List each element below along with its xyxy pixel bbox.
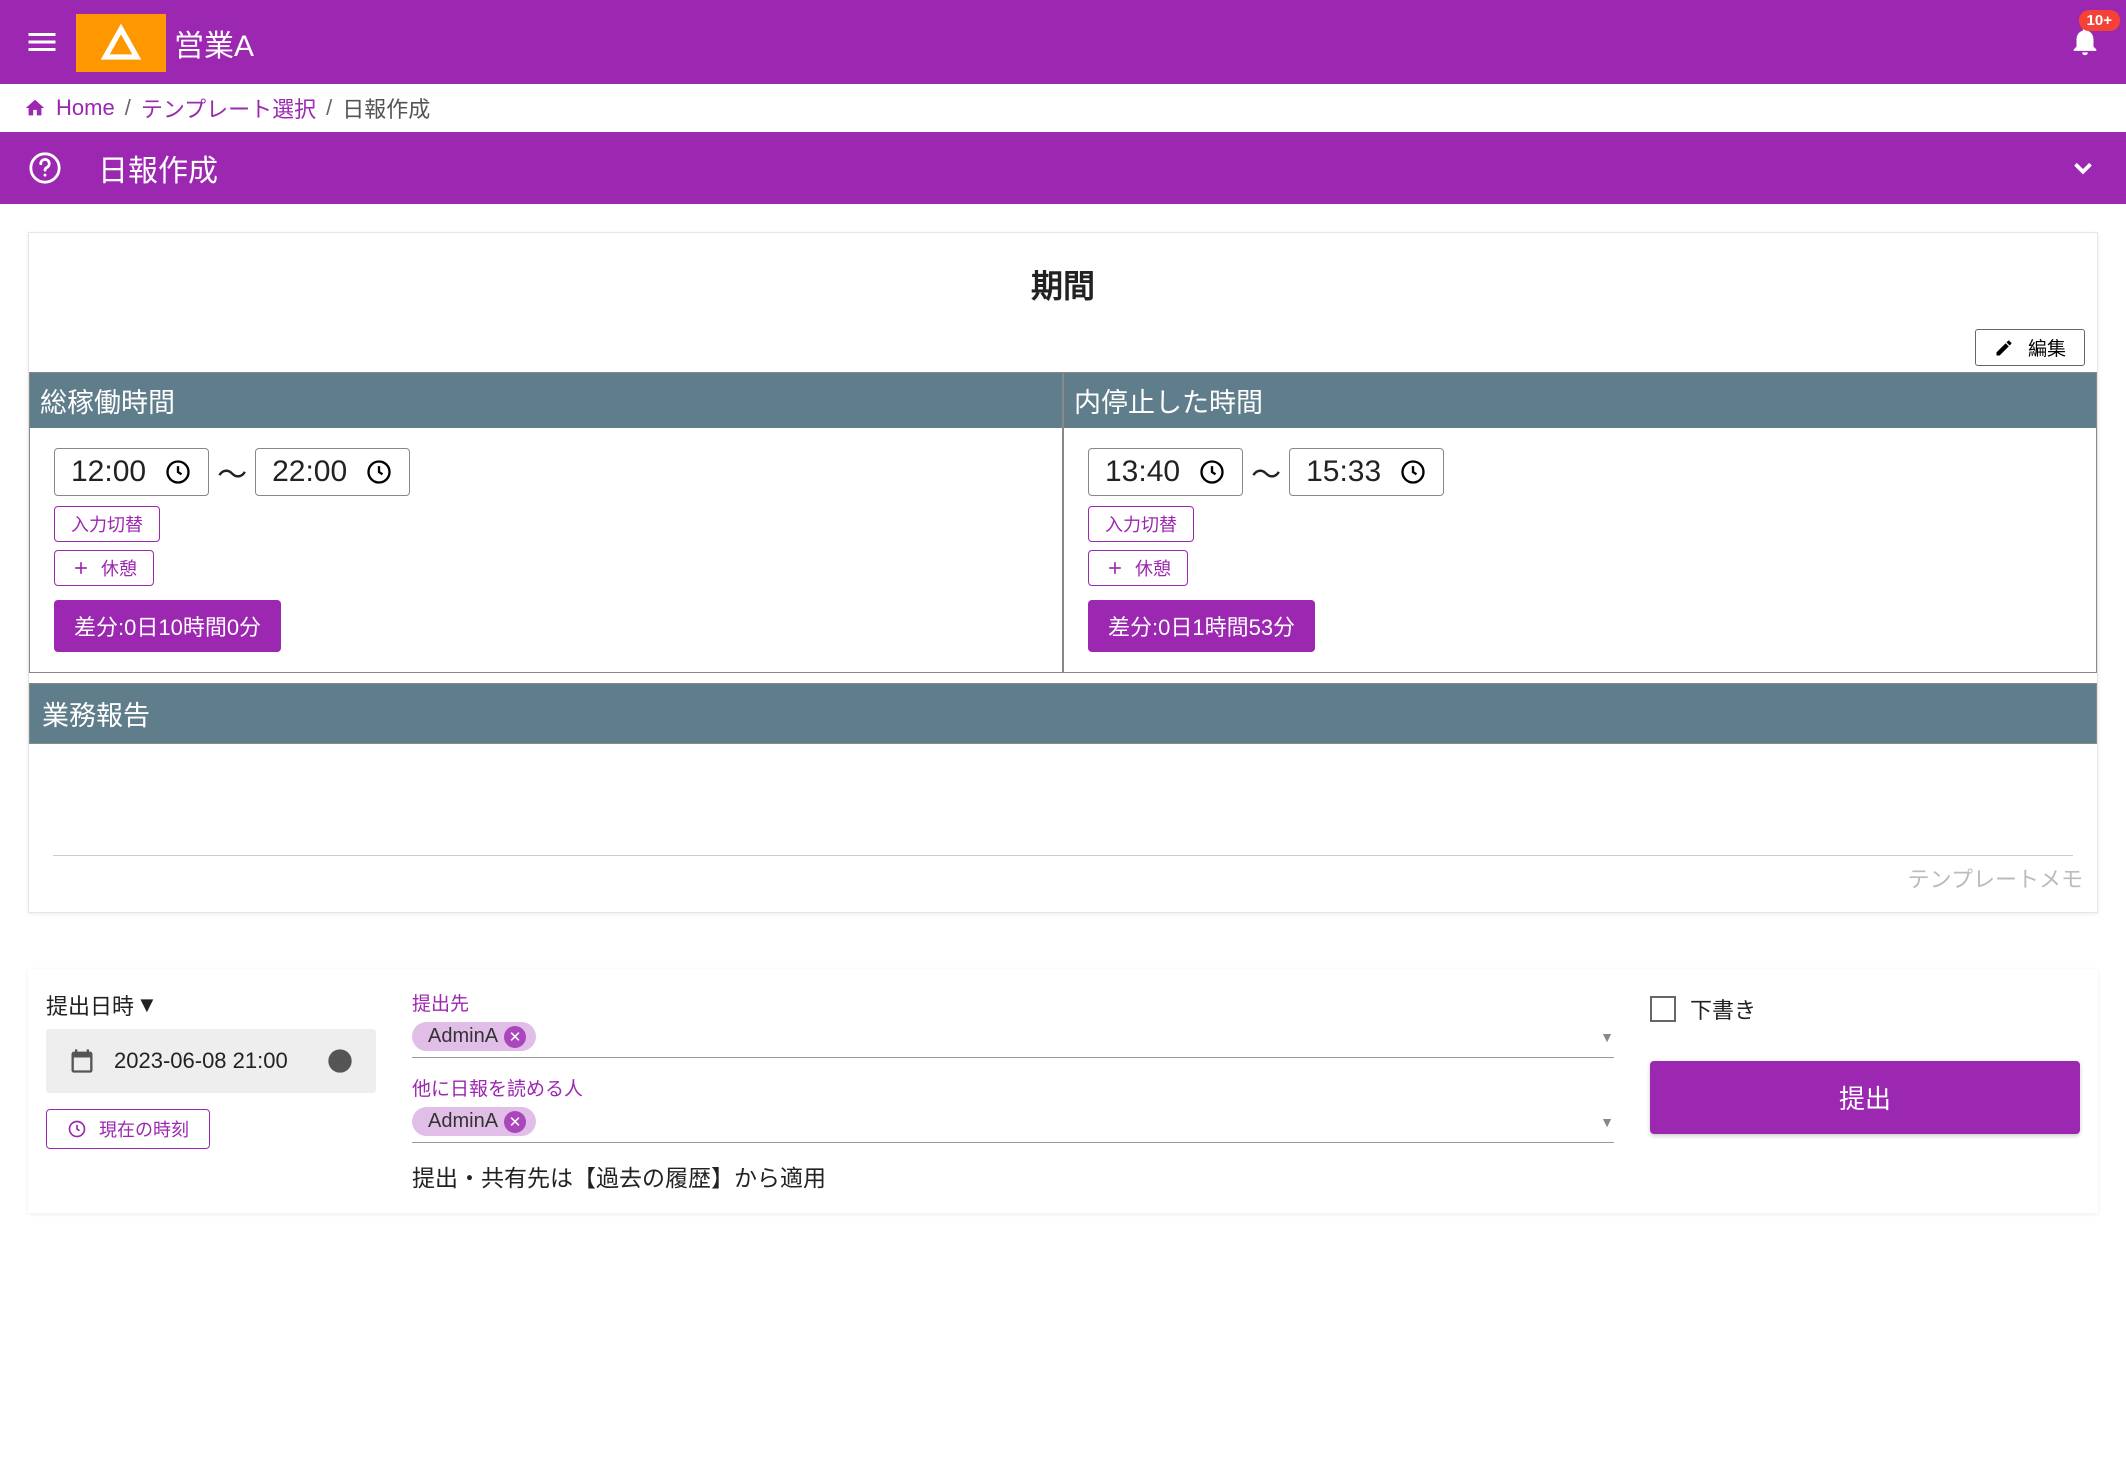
section-header[interactable]: 日報作成 xyxy=(0,132,2126,204)
submit-button[interactable]: 提出 xyxy=(1650,1061,2080,1134)
chevron-down-icon xyxy=(2068,153,2098,183)
clock-icon xyxy=(67,1119,87,1139)
menu-button[interactable] xyxy=(16,16,68,71)
destination-label: 提出先 xyxy=(412,989,1614,1016)
total-add-break-button[interactable]: 休憩 xyxy=(54,550,154,586)
home-icon xyxy=(24,97,46,119)
dropdown-arrow-icon: ▼ xyxy=(1600,1029,1614,1045)
notification-badge: 10+ xyxy=(2079,10,2120,31)
total-work-column: 総稼働時間 12:00 〜 22:00 入力切替 xyxy=(29,372,1063,673)
submit-card: 提出日時▼ 2023-06-08 21:00 現在の時刻 提出先 AdminA … xyxy=(28,969,2098,1213)
tilde-separator: 〜 xyxy=(217,450,247,494)
pencil-icon xyxy=(1994,338,2014,358)
total-toggle-input-button[interactable]: 入力切替 xyxy=(54,506,160,542)
work-report-input[interactable] xyxy=(53,756,2073,856)
stopped-end-time[interactable]: 15:33 xyxy=(1289,448,1444,496)
total-end-time[interactable]: 22:00 xyxy=(255,448,410,496)
readers-label: 他に日報を読める人 xyxy=(412,1074,1614,1101)
stopped-toggle-input-button[interactable]: 入力切替 xyxy=(1088,506,1194,542)
total-diff-badge: 差分:0日10時間0分 xyxy=(54,600,281,652)
app-title: 営業A xyxy=(174,21,254,65)
stopped-time-header: 内停止した時間 xyxy=(1064,373,2096,428)
help-icon xyxy=(28,151,62,185)
app-logo xyxy=(76,14,166,72)
plus-icon xyxy=(71,558,91,578)
stopped-start-time[interactable]: 13:40 xyxy=(1088,448,1243,496)
period-card: 期間 編集 総稼働時間 12:00 〜 22:0 xyxy=(28,232,2098,913)
draft-checkbox-row[interactable]: 下書き xyxy=(1650,993,2080,1025)
remove-chip-button[interactable]: ✕ xyxy=(504,1026,526,1048)
appbar: 営業A 10+ xyxy=(0,2,2126,84)
total-work-header: 総稼働時間 xyxy=(30,373,1062,428)
hamburger-icon xyxy=(24,24,60,60)
draft-checkbox[interactable] xyxy=(1650,996,1676,1022)
destination-chip: AdminA ✕ xyxy=(412,1022,536,1051)
submit-datetime-picker[interactable]: 2023-06-08 21:00 xyxy=(46,1029,376,1093)
template-memo-label: テンプレートメモ xyxy=(29,856,2097,894)
destination-select[interactable]: AdminA ✕ ▼ xyxy=(412,1018,1614,1058)
triangle-down-icon: ▼ xyxy=(136,992,158,1018)
clock-icon xyxy=(164,458,192,486)
clock-icon xyxy=(365,458,393,486)
triangle-icon xyxy=(100,22,142,64)
period-title: 期間 xyxy=(29,233,2097,323)
history-note: 提出・共有先は【過去の履歴】から適用 xyxy=(412,1159,1614,1193)
work-report-header: 業務報告 xyxy=(29,683,2097,744)
clock-icon xyxy=(1198,458,1226,486)
draft-label: 下書き xyxy=(1690,993,1756,1025)
readers-chip: AdminA ✕ xyxy=(412,1107,536,1136)
breadcrumb-home[interactable]: Home xyxy=(56,95,115,121)
stopped-time-column: 内停止した時間 13:40 〜 15:33 入力切替 xyxy=(1063,372,2097,673)
breadcrumb-template-select[interactable]: テンプレート選択 xyxy=(141,92,316,124)
total-start-time[interactable]: 12:00 xyxy=(54,448,209,496)
dropdown-arrow-icon: ▼ xyxy=(1600,1114,1614,1130)
clock-icon xyxy=(1399,458,1427,486)
plus-icon xyxy=(1105,558,1125,578)
stopped-diff-badge: 差分:0日1時間53分 xyxy=(1088,600,1315,652)
stopped-add-break-button[interactable]: 休憩 xyxy=(1088,550,1188,586)
breadcrumb: Home / テンプレート選択 / 日報作成 xyxy=(0,84,2126,132)
breadcrumb-current: 日報作成 xyxy=(342,92,430,124)
submit-datetime-label[interactable]: 提出日時▼ xyxy=(46,989,376,1021)
section-title: 日報作成 xyxy=(98,146,218,190)
notifications-button[interactable]: 10+ xyxy=(2060,16,2110,71)
tilde-separator: 〜 xyxy=(1251,450,1281,494)
remove-chip-button[interactable]: ✕ xyxy=(504,1111,526,1133)
edit-button[interactable]: 編集 xyxy=(1975,329,2085,366)
calendar-icon xyxy=(68,1047,96,1075)
readers-select[interactable]: AdminA ✕ ▼ xyxy=(412,1103,1614,1143)
current-time-button[interactable]: 現在の時刻 xyxy=(46,1109,210,1149)
clock-icon xyxy=(326,1047,354,1075)
